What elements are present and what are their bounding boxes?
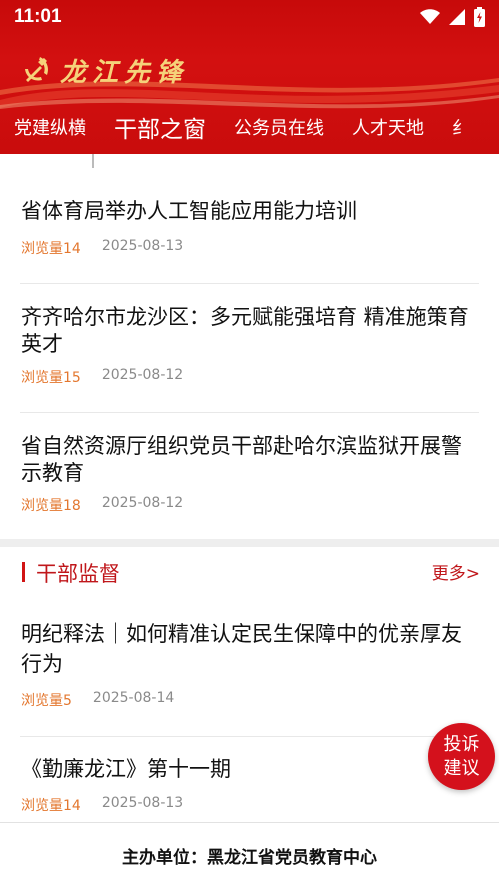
tab-ganbu-active[interactable]: 干部之窗 [100, 110, 220, 144]
app-header: 11:01 龙江先锋 党建纵横 干部之窗 公务员在线 人才天地 纟 [0, 0, 499, 154]
category-tabs: 党建纵横 干部之窗 公务员在线 人才天地 纟 [0, 104, 499, 150]
battery-charging-icon [474, 7, 485, 27]
divider [20, 736, 479, 737]
article-title[interactable]: 齐齐哈尔市龙沙区：多元赋能强培育 精准施策育英才 [21, 304, 479, 358]
view-count: 浏览量18 [21, 498, 81, 514]
status-time: 11:01 [14, 6, 62, 27]
article-item[interactable]: 明纪释法｜如何精准认定民生保障中的优亲厚友行为 [0, 619, 499, 679]
view-count: 浏览量14 [21, 798, 81, 814]
wifi-icon [420, 9, 440, 24]
more-link[interactable]: 更多> [432, 559, 480, 584]
tab-overflow[interactable]: 纟 [438, 114, 484, 140]
article-item[interactable]: 省体育局举办人工智能应用能力培训 [0, 198, 499, 225]
article-meta: 浏览量18 2025-08-12 [21, 495, 183, 515]
article-meta: 浏览量15 2025-08-12 [21, 367, 183, 387]
main-content[interactable]: 省体育局举办人工智能应用能力培训 浏览量14 2025-08-13 齐齐哈尔市龙… [0, 154, 499, 822]
article-item[interactable]: 《勤廉龙江》第十一期 [0, 756, 499, 783]
view-count: 浏览量14 [21, 241, 81, 257]
scroll-indicator [92, 154, 94, 168]
article-meta: 浏览量14 2025-08-13 [21, 238, 183, 258]
status-bar: 11:01 [0, 0, 499, 34]
publish-date: 2025-08-12 [101, 367, 184, 383]
article-title[interactable]: 明纪释法｜如何精准认定民生保障中的优亲厚友行为 [21, 619, 479, 679]
tab-gongwuyuan[interactable]: 公务员在线 [220, 114, 338, 140]
tab-dangjian[interactable]: 党建纵横 [0, 114, 100, 140]
feedback-button[interactable]: 投诉建议 [428, 723, 495, 790]
footer: 主办单位：黑龙江省党员教育中心 [0, 822, 499, 887]
publish-date: 2025-08-13 [101, 795, 184, 811]
status-icons [420, 7, 485, 27]
article-meta: 浏览量14 2025-08-13 [21, 795, 183, 815]
article-item[interactable]: 省自然资源厅组织党员干部赴哈尔滨监狱开展警示教育 [0, 433, 499, 487]
brand-name: 龙江先锋 [60, 57, 189, 88]
brand-logo: 龙江先锋 [20, 52, 188, 88]
article-title[interactable]: 省自然资源厅组织党员干部赴哈尔滨监狱开展警示教育 [21, 433, 479, 487]
publish-date: 2025-08-12 [101, 495, 184, 511]
publish-date: 2025-08-13 [101, 238, 184, 254]
signal-icon [449, 9, 465, 25]
divider [20, 412, 479, 413]
publish-date: 2025-08-14 [92, 690, 175, 706]
tab-rencai[interactable]: 人才天地 [338, 114, 438, 140]
divider [20, 283, 479, 284]
article-title[interactable]: 省体育局举办人工智能应用能力培训 [21, 198, 479, 225]
view-count: 浏览量15 [21, 370, 81, 386]
article-item[interactable]: 齐齐哈尔市龙沙区：多元赋能强培育 精准施策育英才 [0, 304, 499, 358]
section-separator [0, 539, 499, 547]
article-title[interactable]: 《勤廉龙江》第十一期 [21, 756, 479, 783]
section-title: 干部监督 [36, 562, 120, 586]
party-emblem-icon [25, 57, 49, 82]
section-header: 干部监督 更多> [0, 547, 499, 597]
section-accent-bar [22, 562, 25, 582]
article-meta: 浏览量5 2025-08-14 [21, 690, 174, 710]
footer-sponsor-text: 主办单位：黑龙江省党员教育中心 [122, 847, 377, 868]
view-count: 浏览量5 [21, 693, 72, 709]
